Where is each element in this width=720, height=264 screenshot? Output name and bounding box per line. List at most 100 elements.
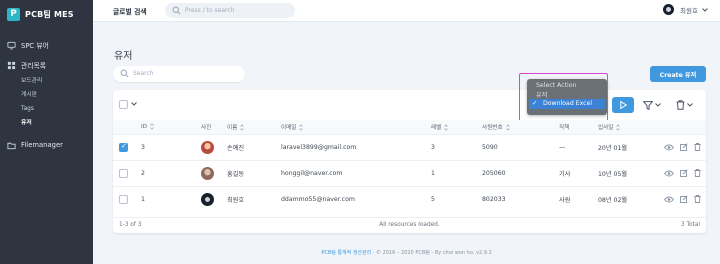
avatar (201, 192, 214, 206)
sort-icon (150, 123, 154, 130)
sort-icon (616, 124, 621, 131)
load-status: All resources loaded. (379, 222, 440, 228)
sidebar-item-posts[interactable]: 게시판 (0, 88, 93, 102)
eye-icon[interactable] (664, 170, 674, 177)
row-actions (664, 143, 706, 151)
filter-icon (643, 100, 653, 110)
trash-icon[interactable] (694, 195, 701, 204)
edit-icon[interactable] (680, 195, 688, 204)
resource-search-placeholder: Search (133, 70, 154, 77)
cell-name: 손예진 (227, 144, 245, 152)
trash-icon[interactable] (694, 169, 701, 177)
column-email[interactable]: 이메일 (281, 120, 431, 134)
sidebar-section-label: 관리목록 (21, 62, 47, 70)
table-row[interactable]: 1 최원호 ddammo55@naver.com 5 802033 사원 08년… (113, 186, 706, 212)
table-toolbar: Select Action 유저 ✓ Download Excel (113, 73, 706, 124)
filter-button[interactable] (643, 99, 665, 111)
column-emp-no[interactable]: 사원번호 (482, 120, 559, 134)
chevron-down-icon[interactable] (131, 102, 137, 106)
cell-position: 사원 (559, 196, 571, 204)
avatar (201, 166, 214, 180)
footer-link[interactable]: PCB팀 통계적 생산관리 (321, 250, 371, 256)
column-select (113, 120, 141, 134)
search-icon (172, 6, 181, 15)
create-user-button[interactable]: Create 유저 (650, 66, 706, 82)
row-checkbox[interactable] (119, 194, 128, 204)
edit-icon[interactable] (680, 169, 688, 177)
sidebar-item-spc[interactable]: SPC 뷰어 (0, 38, 93, 52)
column-position: 직책 (559, 124, 570, 131)
topbar: 글로벌 검색 Press / to search 최원호 (93, 0, 720, 22)
page-title: 유저 (114, 51, 133, 62)
column-id[interactable]: ID (141, 120, 201, 134)
column-joined[interactable]: 입사일 (598, 120, 664, 134)
brand-name: PCB팀 MES (25, 9, 74, 19)
column-name[interactable]: 이름 (227, 120, 281, 134)
cell-emp-no: 802033 (482, 195, 506, 203)
row-checkbox[interactable] (119, 168, 128, 178)
sidebar-item-filemanager[interactable]: Filemanager (0, 138, 93, 152)
sort-icon (444, 124, 449, 131)
cell-level: 3 (431, 143, 435, 151)
row-checkbox[interactable] (119, 142, 128, 152)
search-icon (120, 69, 129, 78)
table-header-row: ID 사진 이름 이메일 레벨 사원번호 직책 입사일 (113, 120, 706, 134)
user-menu[interactable]: 최원호 (663, 4, 708, 15)
resource-table-card: Select Action 유저 ✓ Download Excel ID 사진 … (113, 73, 706, 233)
cell-joined: 10년 05월 (598, 170, 628, 178)
sidebar-section-admin[interactable]: 관리목록 (0, 58, 93, 72)
global-search-title: 글로벌 검색 (113, 8, 147, 16)
cell-email: laravel3899@gmail.com (281, 143, 357, 151)
user-name: 최원호 (680, 6, 698, 15)
brand-logo-icon: P (7, 7, 20, 21)
global-search-input[interactable]: Press / to search (165, 3, 295, 18)
sidebar-item-label: SPC 뷰어 (21, 42, 49, 50)
cell-emp-no: 5090 (482, 143, 498, 151)
select-all-checkbox[interactable] (119, 100, 128, 109)
cell-email: ddammo55@naver.com (281, 195, 355, 203)
sidebar: P PCB팀 MES SPC 뷰어 관리목록 보드관리 게시판 Tags 유저 … (0, 0, 93, 264)
footer-text: · © 2016 – 2020 PCB팀 - By choi won ho. v… (372, 250, 492, 256)
eye-icon[interactable] (664, 144, 674, 151)
cell-email: honggil@naver.com (281, 169, 343, 177)
eye-icon[interactable] (664, 196, 674, 203)
sidebar-item-tags[interactable]: Tags (0, 102, 93, 116)
avatar (201, 140, 214, 154)
table-row[interactable]: 3 손예진 laravel3899@gmail.com 3 5090 — 20년… (113, 134, 706, 160)
cell-name: 홍길동 (227, 170, 245, 178)
chevron-down-icon (687, 103, 693, 107)
cell-position: 기사 (559, 170, 571, 178)
cell-emp-no: 205060 (482, 169, 506, 177)
run-action-button[interactable] (612, 97, 634, 113)
sidebar-item-boards[interactable]: 보드관리 (0, 74, 93, 88)
resource-search-input[interactable]: Search (113, 66, 245, 82)
column-photo: 사진 (201, 124, 212, 131)
cell-position: — (559, 143, 566, 151)
resource-table: ID 사진 이름 이메일 레벨 사원번호 직책 입사일 3 손예진 larave… (113, 120, 706, 212)
sort-icon (505, 124, 510, 131)
cell-id: 3 (141, 143, 145, 151)
row-actions (664, 195, 706, 204)
grid-icon (7, 61, 16, 69)
global-search-placeholder: Press / to search (185, 7, 235, 14)
column-actions (664, 120, 706, 134)
cell-id: 1 (141, 195, 145, 203)
table-row[interactable]: 2 홍길동 honggil@naver.com 1 205060 기사 10년 … (113, 160, 706, 186)
delete-menu-button[interactable] (676, 99, 698, 111)
sidebar-item-label: Filemanager (21, 141, 63, 149)
trash-icon[interactable] (694, 143, 701, 151)
brand[interactable]: P PCB팀 MES (0, 3, 93, 25)
monitor-icon (7, 41, 16, 49)
highlight-box (519, 73, 608, 124)
sidebar-item-users[interactable]: 유저 (0, 116, 93, 130)
cell-id: 2 (141, 169, 145, 177)
row-actions (664, 169, 706, 177)
chevron-down-icon (655, 103, 661, 107)
edit-icon[interactable] (680, 143, 688, 151)
column-level[interactable]: 레벨 (431, 120, 482, 134)
cell-level: 1 (431, 169, 435, 177)
play-icon (619, 101, 627, 109)
trash-icon (676, 100, 685, 110)
table-footer: 1-3 of 3 All resources loaded. 3 Total (113, 217, 706, 233)
cell-joined: 08년 02월 (598, 196, 628, 204)
